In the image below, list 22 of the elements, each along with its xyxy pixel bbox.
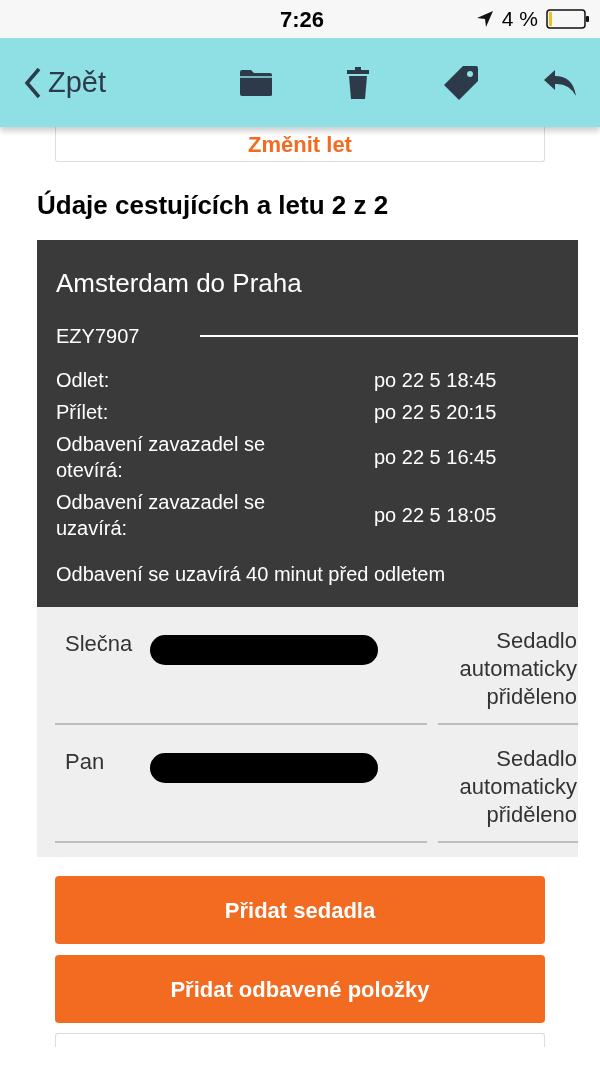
back-link[interactable]: Zpět (24, 60, 107, 105)
status-time: 7:26 (280, 5, 325, 34)
field-value: po 22 5 18:45 (374, 368, 497, 393)
passenger-name: Pan (65, 749, 105, 774)
flight-number: EZY7907 (56, 324, 141, 349)
field-value: po 22 5 18:05 (374, 503, 497, 528)
seat-status: Sedadlo automaticky přiděleno (458, 627, 578, 711)
seat-status: Sedadlo automaticky přiděleno (458, 745, 578, 829)
field-value: po 22 5 20:15 (374, 400, 497, 425)
field-value: po 22 5 16:45 (374, 445, 497, 470)
battery-percent: 4 % (501, 6, 538, 33)
field-label: Odlet: (56, 368, 111, 393)
flight-route: Amsterdam do Praha (56, 267, 303, 300)
change-flight-button[interactable]: Změnit let (55, 127, 545, 162)
passenger-name: Slečna (65, 631, 133, 656)
action-button[interactable]: Přidat odbavené položky (55, 955, 545, 1023)
check-in-note: Odbavení se uzavírá 40 minut před odletem (56, 562, 447, 587)
field-label: Odbavení zavazadel se otevírá: (56, 432, 267, 483)
section-title: Údaje cestujících a letu 2 z 2 (37, 189, 390, 222)
action-button[interactable]: Přidat sedadla (55, 876, 545, 944)
field-label: Odbavení zavazadel se uzavírá: (56, 490, 267, 541)
field-label: Přílet: (56, 400, 110, 425)
